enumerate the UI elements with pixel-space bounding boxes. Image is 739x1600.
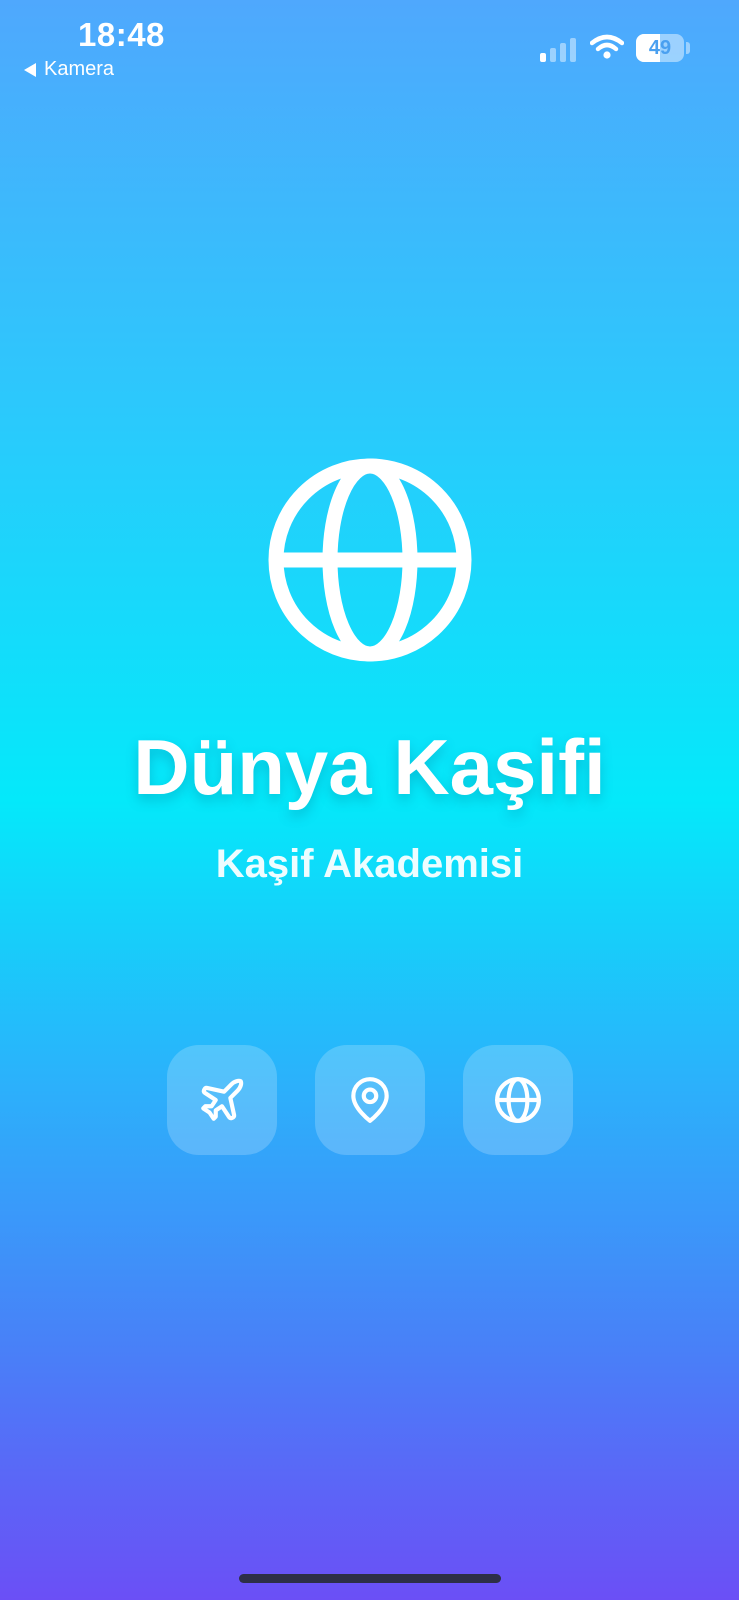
- status-time: 18:48: [78, 16, 165, 53]
- globe-icon: [266, 456, 474, 664]
- flights-button[interactable]: [167, 1045, 277, 1155]
- back-arrow-icon: [24, 62, 36, 77]
- airplane-icon: [201, 1078, 244, 1121]
- back-to-app-label: Kamera: [44, 58, 115, 80]
- battery-icon: 49: [636, 34, 684, 62]
- status-bar: 18:48 Kamera 49: [0, 0, 739, 100]
- globe-icon: [495, 1077, 541, 1123]
- battery-level: 49: [648, 37, 672, 59]
- battery-cap: [686, 42, 690, 54]
- back-to-app-button[interactable]: Kamera: [24, 58, 114, 81]
- locations-button[interactable]: [315, 1045, 425, 1155]
- world-button[interactable]: [463, 1045, 573, 1155]
- map-pin-icon: [351, 1077, 389, 1123]
- app-title: Dünya Kaşifi: [133, 723, 606, 811]
- wifi-icon: [589, 34, 625, 65]
- feature-buttons: [167, 1045, 573, 1155]
- cellular-signal-icon: [540, 36, 576, 62]
- app-subtitle: Kaşif Akademisi: [215, 842, 524, 886]
- home-indicator[interactable]: [239, 1574, 501, 1583]
